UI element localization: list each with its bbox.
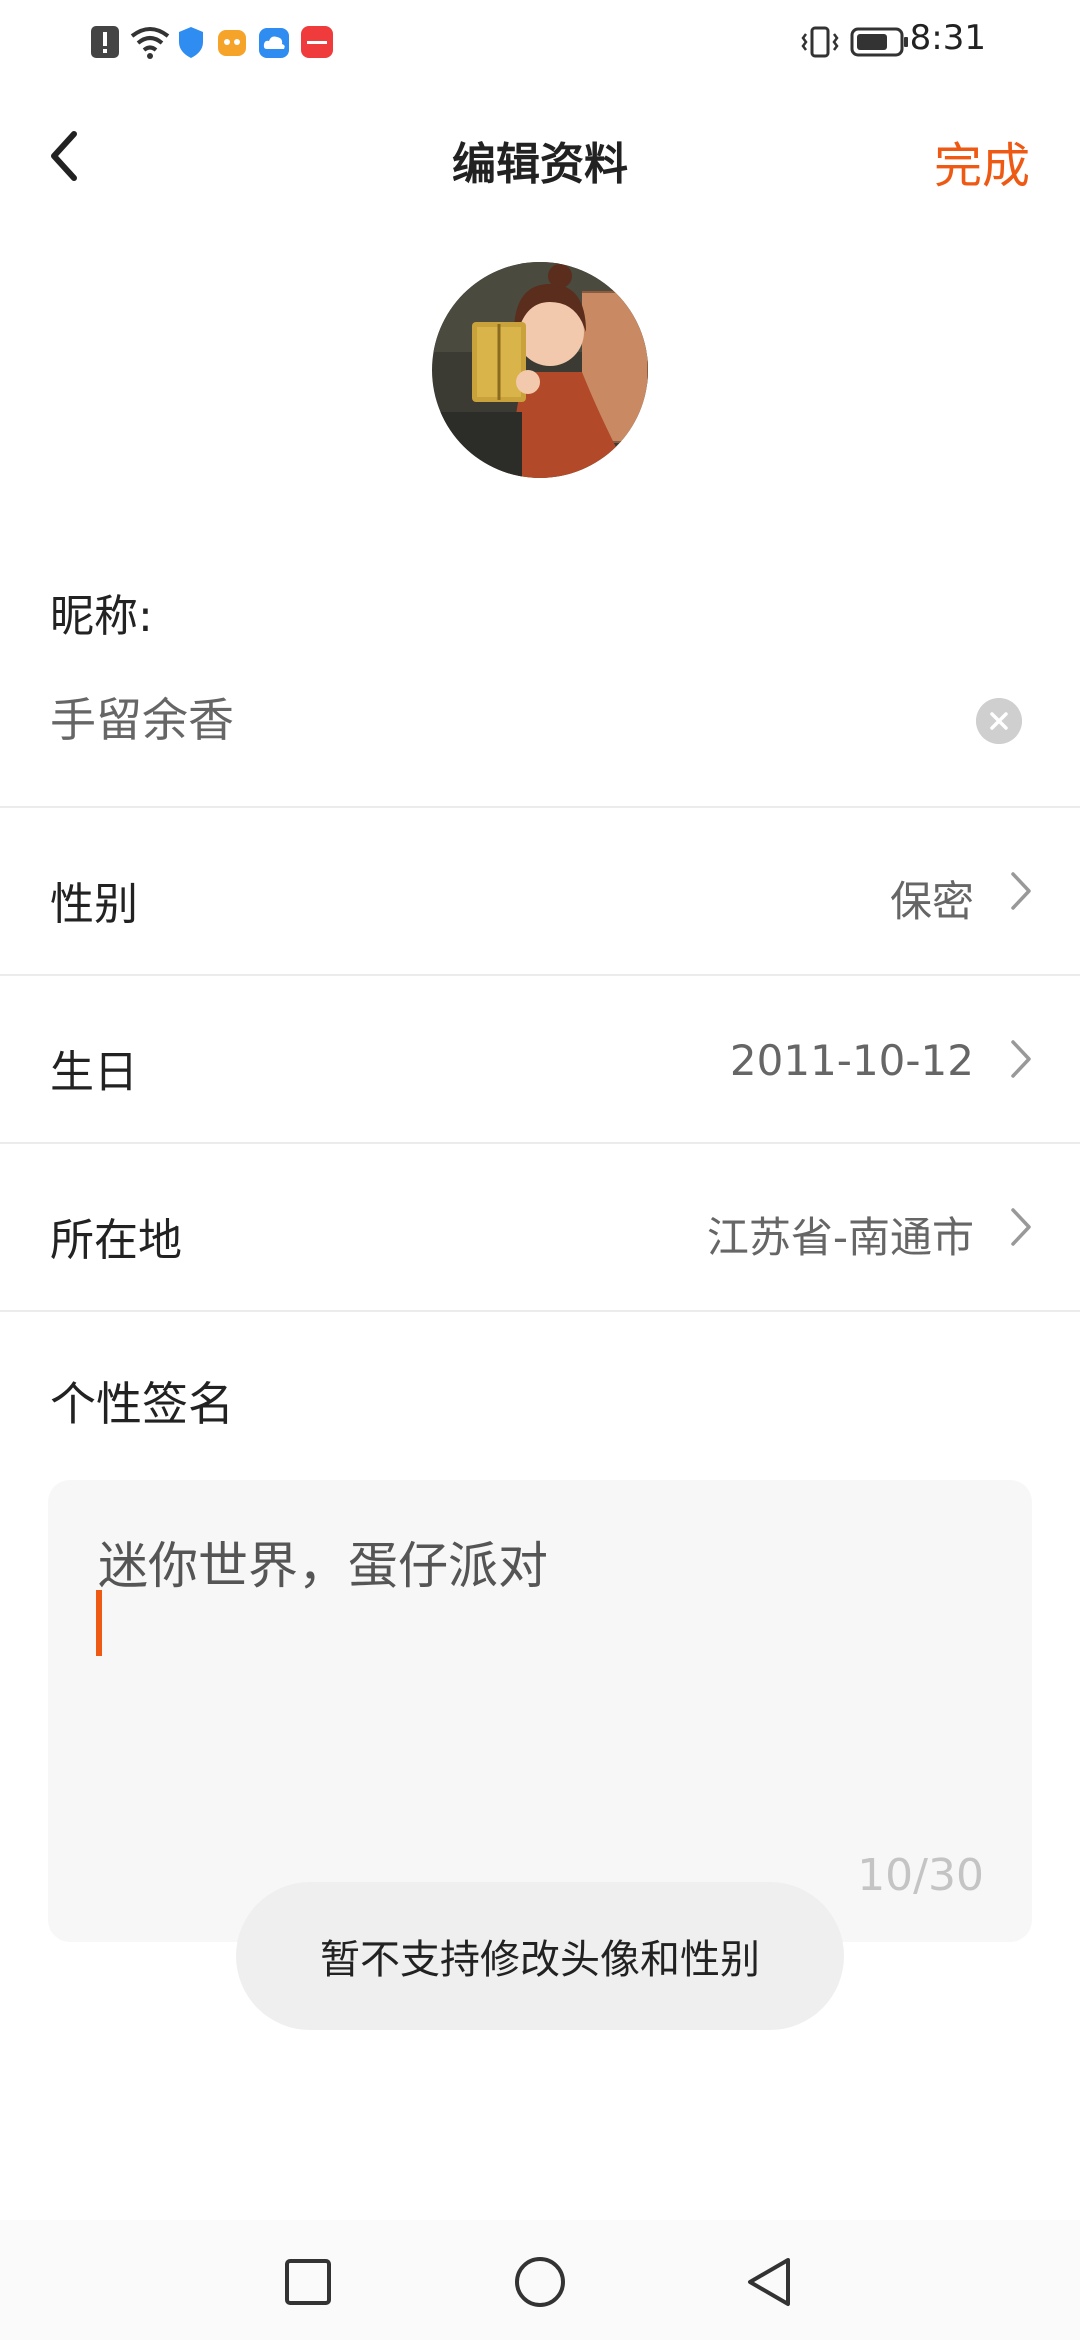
signature-char-count: 10/30 xyxy=(857,1850,984,1901)
nickname-label: 昵称: xyxy=(50,591,153,642)
location-value[interactable]: 江苏省-南通市 xyxy=(707,1204,974,1265)
recent-apps-icon[interactable] xyxy=(284,2258,332,2306)
shield-icon xyxy=(179,27,203,58)
system-nav-bar xyxy=(0,2220,1080,2340)
home-icon[interactable] xyxy=(514,2256,566,2308)
avatar[interactable] xyxy=(432,262,648,478)
gender-value[interactable]: 保密 xyxy=(890,868,974,929)
app-orange-icon xyxy=(218,30,246,56)
clock-time: 8:31 xyxy=(909,18,986,58)
gender-label: 性别 xyxy=(50,879,138,930)
chevron-right-icon[interactable] xyxy=(1008,1036,1034,1082)
alert-icon xyxy=(91,26,119,58)
page-title: 编辑资料 xyxy=(452,139,628,190)
battery-icon xyxy=(850,27,908,57)
chevron-right-icon[interactable] xyxy=(1008,868,1034,914)
signature-label: 个性签名 xyxy=(50,1377,234,1431)
signature-text[interactable]: 迷你世界，蛋仔派对 xyxy=(98,1526,548,1598)
birthday-value[interactable]: 2011-10-12 xyxy=(730,1036,974,1085)
huawei-store-icon xyxy=(301,26,333,58)
divider xyxy=(0,1310,1080,1312)
toast-message: 暂不支持修改头像和性别 xyxy=(236,1882,844,2030)
divider xyxy=(0,974,1080,976)
nickname-input[interactable] xyxy=(50,690,950,744)
divider xyxy=(0,806,1080,808)
back-triangle-icon[interactable] xyxy=(744,2256,794,2308)
status-bar: 8:31 xyxy=(0,0,1080,84)
vibrate-icon xyxy=(801,26,839,58)
birthday-label: 生日 xyxy=(50,1047,138,1098)
location-label: 所在地 xyxy=(50,1215,182,1266)
toast-text: 暂不支持修改头像和性别 xyxy=(320,1937,760,1983)
chevron-right-icon[interactable] xyxy=(1008,1204,1034,1250)
divider xyxy=(0,1142,1080,1144)
cloud-icon xyxy=(259,28,289,58)
text-caret xyxy=(96,1590,102,1656)
wifi-icon xyxy=(130,27,170,59)
done-button[interactable]: 完成 xyxy=(934,126,1030,196)
clear-icon[interactable] xyxy=(976,698,1022,744)
